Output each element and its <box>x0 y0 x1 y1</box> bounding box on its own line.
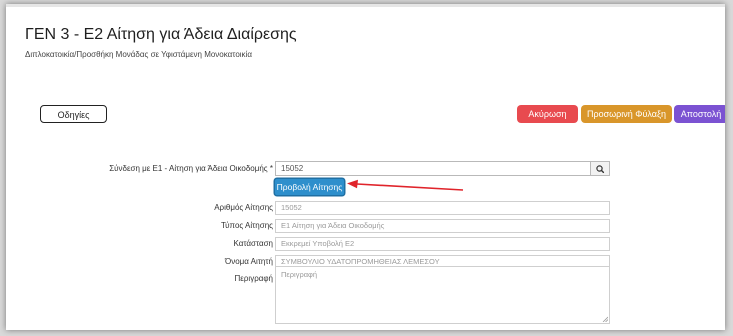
resize-grip-icon[interactable] <box>602 316 608 322</box>
link-application-input[interactable]: 15052 <box>275 161 591 176</box>
application-type-field: Ε1 Αίτηση για Άδεια Οικοδομής <box>275 219 610 233</box>
field-label: Όνομα Αιτητή <box>225 257 273 266</box>
field-label: Τύπος Αίτησης <box>220 221 273 230</box>
top-bar <box>6 4 725 7</box>
help-button[interactable]: Οδηγίες <box>40 105 107 123</box>
save-draft-button[interactable]: Προσωρινή Φύλαξη <box>581 105 672 123</box>
description-placeholder: Περιγραφή <box>281 270 318 279</box>
search-button[interactable] <box>591 161 610 176</box>
description-label: Περιγραφή <box>234 274 273 283</box>
annotation-arrow-icon <box>347 179 464 191</box>
application-number-field: 15052 <box>275 201 610 215</box>
status-field: Εκκρεμεί Υποβολή Ε2 <box>275 237 610 251</box>
search-icon <box>596 165 605 174</box>
submit-button[interactable]: Αποστολή <box>674 105 725 123</box>
field-label: Αριθμός Αίτησης <box>214 203 273 212</box>
app-window: ΓΕΝ 3 - Ε2 Αίτηση για Άδεια Διαίρεσης Δι… <box>6 4 725 330</box>
link-application-label: Σύνδεση με Ε1 - Αίτηση για Άδεια Οικοδομ… <box>109 164 273 173</box>
page-subtitle: Διπλοκατοικία/Προσθήκη Μονάδας σε Υφιστά… <box>25 50 252 59</box>
description-textarea[interactable]: Περιγραφή <box>275 266 610 324</box>
field-label: Κατάσταση <box>233 239 273 248</box>
page-title: ΓΕΝ 3 - Ε2 Αίτηση για Άδεια Διαίρεσης <box>25 26 297 43</box>
cancel-button[interactable]: Ακύρωση <box>517 105 578 123</box>
view-application-button[interactable]: Προβολή Αίτησης <box>275 179 344 195</box>
